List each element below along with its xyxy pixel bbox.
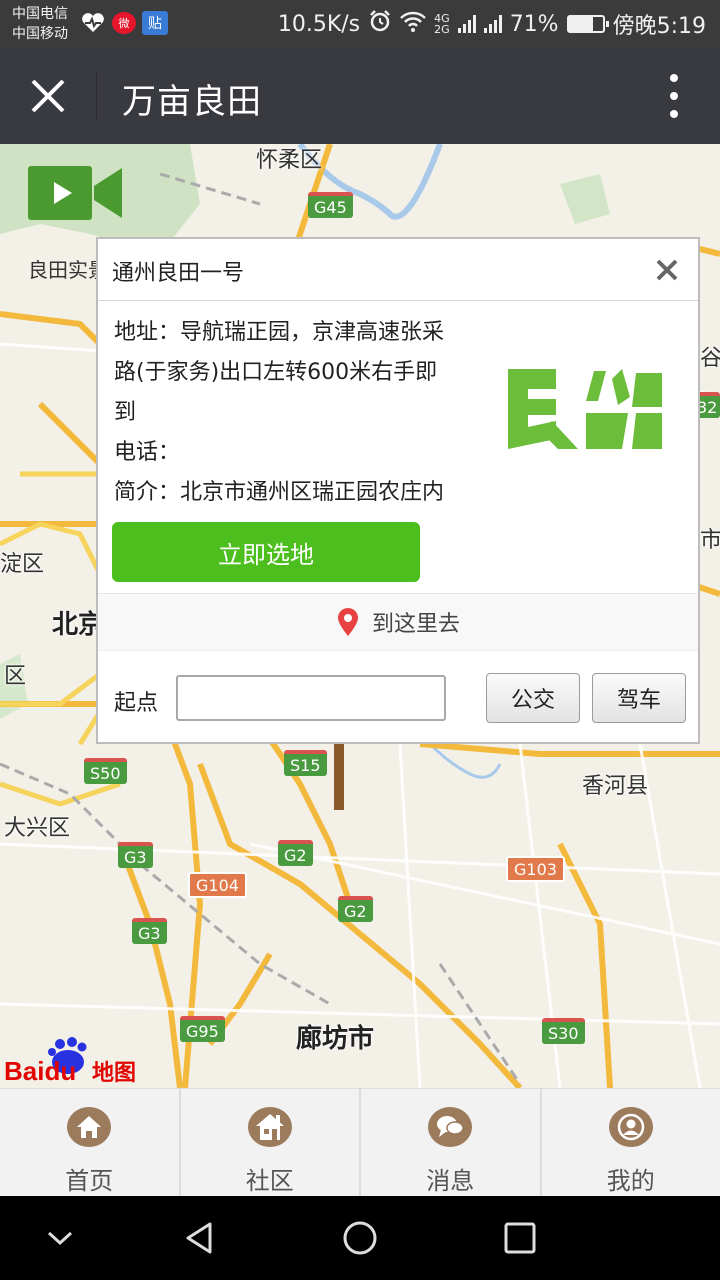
baidu-map-logo: Baidu 地图: [2, 1036, 142, 1086]
more-dot-icon: [670, 110, 678, 118]
title-divider: [96, 72, 97, 120]
video-camera-icon: [28, 166, 122, 220]
home-button[interactable]: [338, 1216, 382, 1260]
tab-home-label: 首页: [65, 1167, 114, 1195]
start-point-input[interactable]: [176, 675, 446, 721]
road-shield-g2: G2: [278, 840, 313, 866]
place-label-shi: 市: [700, 528, 720, 553]
place-label-daxing: 大兴区: [4, 816, 71, 841]
notification-icons: 微 贴: [80, 10, 168, 36]
message-icon: [428, 1107, 473, 1147]
location-pin-icon: [337, 608, 358, 636]
select-land-button[interactable]: 立即选地: [112, 522, 420, 582]
signal-strength-icon-1: [457, 15, 476, 33]
road-shield-s50: S50: [84, 758, 127, 784]
battery-icon: [566, 15, 609, 33]
hide-keyboard-button[interactable]: [38, 1216, 82, 1260]
place-label-gu: 谷: [700, 346, 720, 371]
tab-profile-label: 我的: [606, 1167, 655, 1195]
phone-line: 电话：: [114, 440, 181, 465]
navigate-here-button[interactable]: 到这里去: [98, 593, 698, 651]
recents-square-icon: [504, 1222, 536, 1254]
back-button[interactable]: [178, 1216, 222, 1260]
home-icon: [67, 1107, 112, 1147]
profile-icon: [608, 1107, 653, 1147]
wifi-icon: [400, 10, 427, 38]
baidu-paw-icon: Baidu 地图: [4, 1037, 136, 1086]
network-type-4g: 4G 2G: [434, 13, 450, 35]
home-circle-icon: [343, 1221, 377, 1255]
svg-text:良田: 良田: [486, 309, 488, 310]
more-dot-icon: [670, 92, 678, 100]
popup-close-button[interactable]: [654, 257, 680, 283]
video-button[interactable]: [26, 164, 126, 224]
page-title: 万亩良田: [122, 82, 262, 122]
bottom-tab-bar: 首页 社区 消息 我的: [0, 1088, 720, 1196]
intro-line: 简介：北京市通州区瑞正园农庄内: [114, 480, 445, 505]
address-line: 地址：导航瑞正园，京津高速张采: [114, 320, 445, 345]
road-shield-g95: G95: [180, 1016, 225, 1042]
carrier-info: 中国电信 中国移动: [12, 4, 68, 44]
more-menu-button[interactable]: [654, 74, 694, 118]
road-shield-g2: G2: [338, 896, 373, 922]
road-shield-g45: G45: [308, 192, 353, 218]
clock: 傍晚5:19: [612, 14, 706, 39]
alarm-icon: [368, 9, 392, 39]
map-view[interactable]: 怀柔区 北京 淀区 区 大兴区 香河县 廊坊市 谷 市 G45 S50 S15 …: [0, 144, 720, 1088]
place-label-ding: 淀区: [0, 552, 45, 577]
road-shield-g104: G104: [188, 872, 247, 898]
bus-route-button[interactable]: 公交: [486, 673, 580, 723]
address-line: 路(于家务)出口左转600米右手即: [114, 360, 438, 385]
road-shield-s15: S15: [284, 750, 327, 776]
tab-messages[interactable]: 消息: [361, 1089, 542, 1196]
place-label-qu: 区: [4, 664, 27, 689]
carrier-1: 中国电信: [12, 6, 68, 22]
battery-fill: [568, 17, 593, 31]
close-icon: [31, 79, 65, 113]
tab-community[interactable]: 社区: [181, 1089, 361, 1196]
road-shield-g3: G3: [118, 842, 153, 868]
place-label-xianghe: 香河县: [582, 774, 649, 799]
weibo-icon: 微: [112, 12, 136, 34]
status-bar: 中国电信 中国移动 微 贴 10.5K/s 4G 2G 71% 傍晚5:19: [0, 0, 720, 48]
community-icon: [247, 1107, 292, 1147]
signal-strength-icon-2: [483, 15, 502, 33]
net-speed: 10.5K/s: [277, 11, 361, 37]
tieba-icon: 贴: [142, 11, 168, 35]
navigate-here-label: 到这里去: [371, 612, 460, 637]
road-shield-g103: G103: [506, 856, 565, 882]
drive-route-button[interactable]: 驾车: [592, 673, 686, 723]
tab-messages-label: 消息: [426, 1167, 475, 1195]
tab-profile[interactable]: 我的: [542, 1089, 720, 1196]
baidu-text: Baidu: [4, 1056, 76, 1086]
status-right: 10.5K/s 4G 2G 71% 傍晚5:19: [278, 8, 706, 40]
recents-button[interactable]: [498, 1216, 542, 1260]
close-icon: [656, 259, 678, 281]
place-label-langfang: 廊坊市: [296, 1024, 375, 1054]
title-bar: 万亩良田: [0, 48, 720, 144]
more-dot-icon: [670, 74, 678, 82]
chevron-down-icon: [47, 1231, 73, 1246]
close-button[interactable]: [18, 70, 78, 122]
baidu-map-text: 地图: [92, 1061, 136, 1086]
battery-percent: 71%: [509, 11, 559, 37]
system-nav-bar: [0, 1196, 720, 1280]
address-line: 到: [114, 400, 137, 425]
start-point-label: 起点: [114, 691, 159, 716]
popup-title: 通州良田一号: [112, 261, 245, 286]
location-info-popup: 通州良田一号 地址：导航瑞正园，京津高速张采 路(于家务)出口左转600米右手即…: [96, 237, 700, 744]
place-label-huairou: 怀柔区: [256, 148, 323, 173]
liangtian-logo: 良田: [486, 309, 684, 507]
tab-community-label: 社区: [245, 1167, 294, 1195]
net-type-2: 2G: [434, 23, 450, 36]
road-shield-s30: S30: [542, 1018, 585, 1044]
road-shield-g3: G3: [132, 918, 167, 944]
popup-header: 通州良田一号: [98, 239, 698, 301]
heart-rate-icon: [80, 11, 106, 35]
back-triangle-icon: [186, 1222, 212, 1254]
carrier-2: 中国移动: [12, 26, 68, 42]
location-details: 地址：导航瑞正园，京津高速张采 路(于家务)出口左转600米右手即 到 电话： …: [114, 313, 476, 513]
tab-home[interactable]: 首页: [0, 1089, 181, 1196]
